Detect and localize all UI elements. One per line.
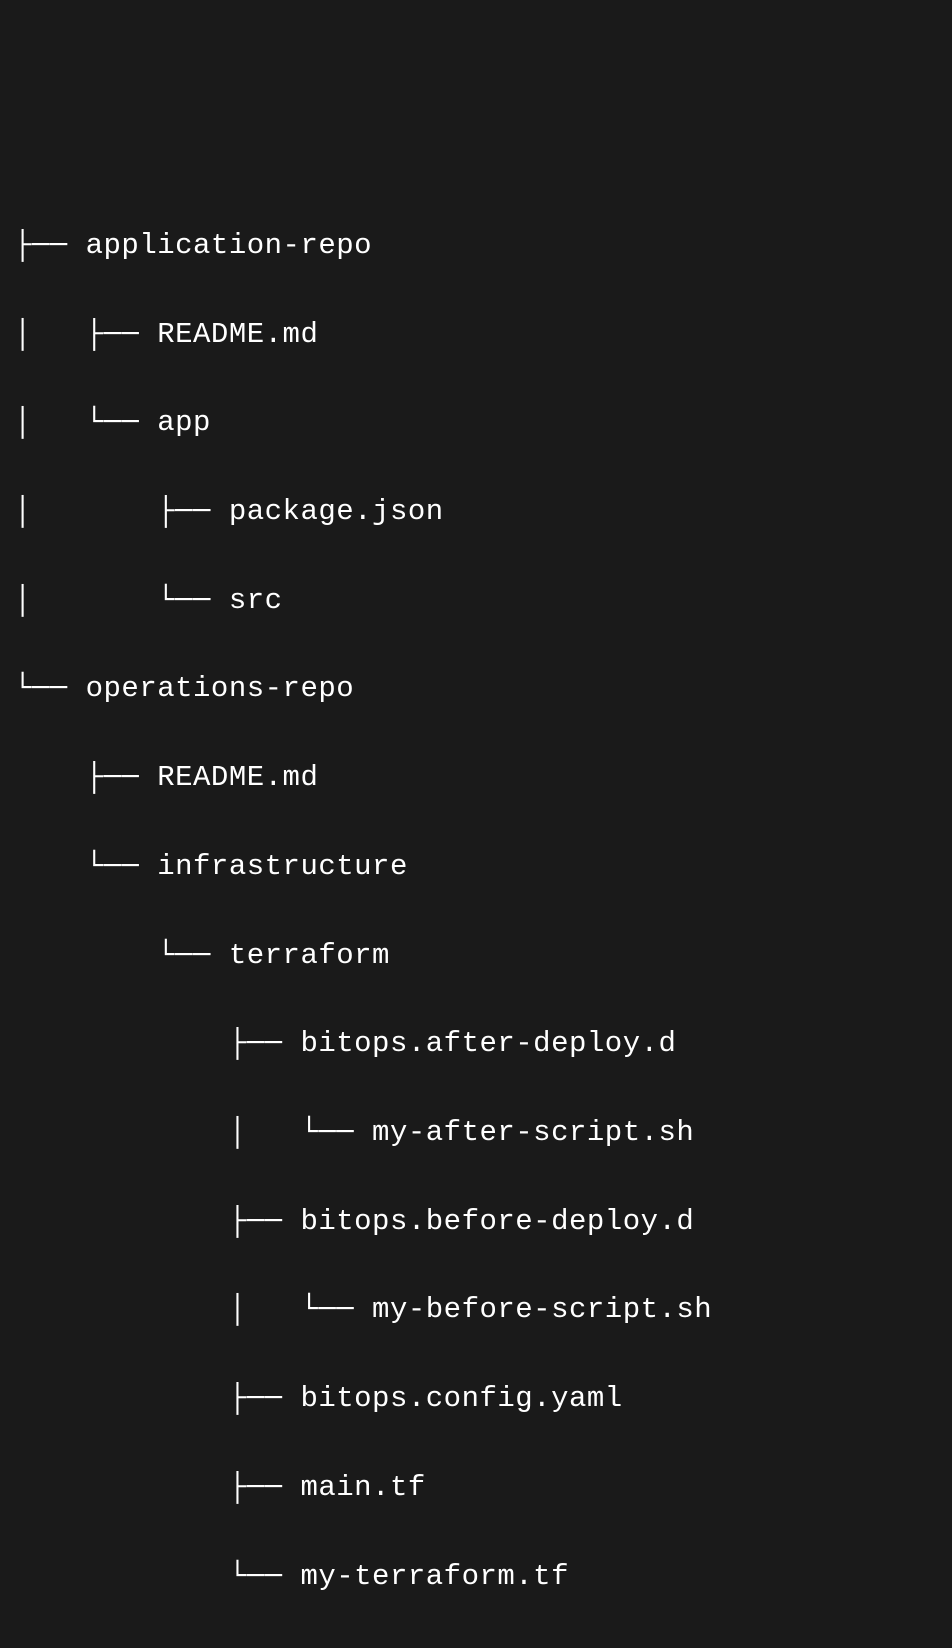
tree-line: ├── bitops.after-deploy.d <box>14 1022 952 1066</box>
tree-line: │ └── my-before-script.sh <box>14 1288 952 1332</box>
tree-line: │ └── src <box>14 579 952 623</box>
tree-line: ├── bitops.before-deploy.d <box>14 1200 952 1244</box>
tree-line: ├── bitops.config.yaml <box>14 1377 952 1421</box>
tree-line: └── operations-repo <box>14 667 952 711</box>
tree-line: ├── main.tf <box>14 1466 952 1510</box>
tree-line: └── terraform <box>14 934 952 978</box>
file-tree: ├── application-repo │ ├── README.md │ └… <box>0 177 952 1643</box>
tree-line: ├── README.md <box>14 756 952 800</box>
tree-line: │ └── app <box>14 401 952 445</box>
tree-line: ├── application-repo <box>14 224 952 268</box>
tree-line: └── my-terraform.tf <box>14 1555 952 1599</box>
tree-line: │ ├── package.json <box>14 490 952 534</box>
tree-line: └── infrastructure <box>14 845 952 889</box>
tree-line: │ ├── README.md <box>14 313 952 357</box>
tree-line: │ └── my-after-script.sh <box>14 1111 952 1155</box>
